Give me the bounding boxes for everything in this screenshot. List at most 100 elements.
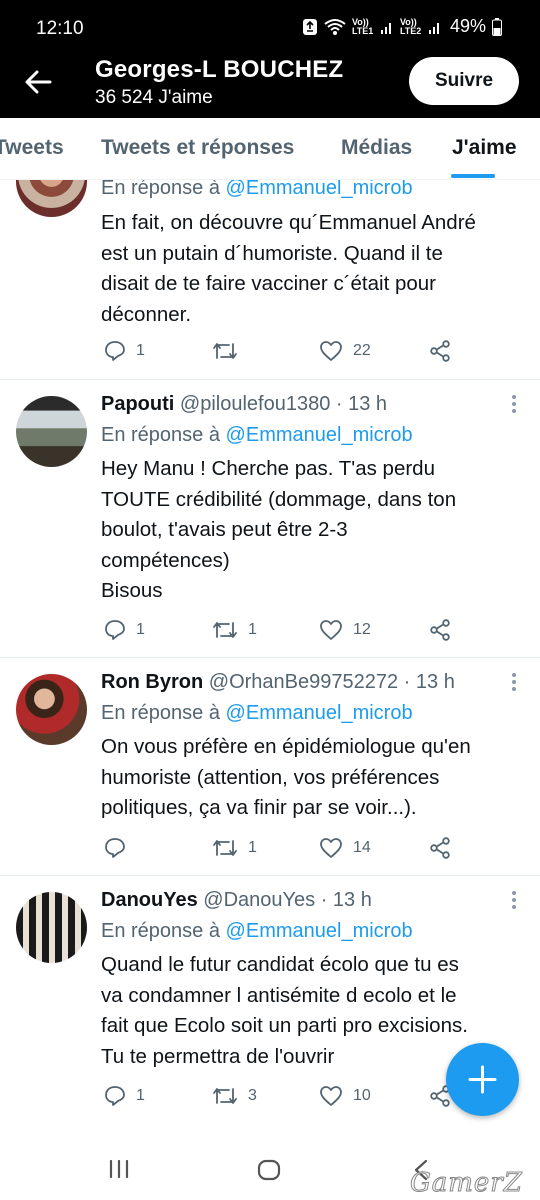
status-icons: Vo)) LTE1 Vo)) LTE2 49% bbox=[302, 16, 502, 37]
display-name[interactable]: Papouti bbox=[101, 393, 174, 415]
tab-likes[interactable]: J'aime bbox=[452, 136, 517, 160]
tweet-header: DanouYes @DanouYes · 13 h bbox=[101, 889, 372, 912]
follow-button[interactable]: Suivre bbox=[409, 57, 519, 105]
tweet-text-line: compétences) bbox=[101, 548, 230, 572]
reply-button[interactable]: 1 bbox=[104, 340, 145, 362]
reply-handle-link[interactable]: @Emmanuel_microb bbox=[226, 424, 413, 446]
heart-icon bbox=[320, 1086, 342, 1106]
like-button[interactable]: 12 bbox=[319, 619, 371, 641]
heart-icon bbox=[320, 838, 342, 858]
tweet-text: Hey Manu ! Cherche pas. T'as perdu TOUTE… bbox=[101, 454, 526, 607]
tweet-text-line: fait que Ecolo soit un parti pro excisio… bbox=[101, 1014, 468, 1037]
reply-handle-link[interactable]: @Emmanuel_microb bbox=[226, 180, 413, 199]
status-time: 12:10 bbox=[36, 18, 84, 39]
watermark: GamerZ bbox=[410, 1168, 523, 1199]
battery-percent: 49% bbox=[449, 16, 486, 36]
tweet-actions: 1 14 bbox=[101, 837, 461, 863]
tab-tweets[interactable]: Tweets bbox=[0, 136, 64, 160]
reply-handle-link[interactable]: @Emmanuel_microb bbox=[226, 702, 413, 724]
share-button[interactable] bbox=[429, 837, 451, 859]
likes-count: 36 524 J'aime bbox=[95, 87, 213, 108]
share-icon bbox=[430, 340, 450, 362]
battery-icon bbox=[492, 17, 502, 36]
avatar[interactable] bbox=[16, 674, 87, 745]
reply-prefix: En réponse à bbox=[101, 920, 220, 942]
reply-context: En réponse à @Emmanuel_microb bbox=[101, 702, 413, 725]
like-button[interactable]: 10 bbox=[319, 1085, 371, 1107]
avatar[interactable] bbox=[16, 892, 87, 963]
heart-icon bbox=[320, 341, 342, 361]
reply-button[interactable] bbox=[104, 837, 136, 859]
profile-tabs: Tweets Tweets et réponses Médias J'aime bbox=[0, 118, 540, 180]
reply-count: 1 bbox=[136, 621, 145, 638]
tab-tweets-replies[interactable]: Tweets et réponses bbox=[101, 136, 294, 160]
tweet-text-line: On vous préfère en épidémiologue qu'en bbox=[101, 735, 471, 758]
recent-apps-icon[interactable] bbox=[108, 1159, 130, 1179]
like-button[interactable]: 14 bbox=[319, 837, 371, 859]
home-icon[interactable] bbox=[257, 1159, 281, 1181]
signal-icon bbox=[428, 22, 439, 34]
avatar[interactable] bbox=[16, 396, 87, 467]
likes-feed: En réponse à @Emmanuel_microb En fait, o… bbox=[0, 180, 540, 1125]
tweet[interactable]: En réponse à @Emmanuel_microb En fait, o… bbox=[0, 180, 540, 380]
more-options-icon[interactable] bbox=[512, 395, 518, 416]
more-options-icon[interactable] bbox=[512, 673, 518, 694]
display-name[interactable]: Ron Byron bbox=[101, 671, 203, 693]
handle-and-time: @OrhanBe99752272 · 13 h bbox=[208, 671, 455, 693]
reply-icon bbox=[105, 620, 125, 640]
reply-count: 1 bbox=[136, 342, 145, 359]
tweet-header: Papouti @piloulefou1380 · 13 h bbox=[101, 393, 387, 416]
volte2-label: Vo)) LTE2 bbox=[399, 16, 422, 36]
recycle-notification-icon bbox=[302, 18, 317, 35]
share-icon bbox=[430, 619, 450, 641]
retweet-button[interactable]: 1 bbox=[212, 837, 257, 859]
reply-icon bbox=[105, 838, 125, 858]
tweet-text-line: Quand le futur candidat écolo que tu es bbox=[101, 953, 459, 976]
retweet-button[interactable] bbox=[212, 340, 248, 362]
retweet-button[interactable]: 1 bbox=[212, 619, 257, 641]
tweet-text: On vous préfère en épidémiologue qu'en h… bbox=[101, 732, 526, 824]
share-button[interactable] bbox=[429, 619, 451, 641]
retweet-count: 1 bbox=[248, 839, 257, 856]
like-count: 10 bbox=[353, 1087, 371, 1104]
tweet-text-line: En fait, on découvre qu´Emmanuel André bbox=[101, 211, 476, 234]
signal-icon bbox=[380, 22, 391, 34]
tweet[interactable]: Ron Byron @OrhanBe99752272 · 13 h En rép… bbox=[0, 658, 540, 876]
reply-handle-link[interactable]: @Emmanuel_microb bbox=[226, 920, 413, 942]
retweet-count: 3 bbox=[248, 1087, 257, 1104]
profile-header: Georges-L BOUCHEZ 36 524 J'aime Suivre bbox=[0, 46, 540, 118]
like-button[interactable]: 22 bbox=[319, 340, 371, 362]
tweet[interactable]: Papouti @piloulefou1380 · 13 h En répons… bbox=[0, 380, 540, 658]
reply-context: En réponse à @Emmanuel_microb bbox=[101, 180, 413, 200]
tweet-text-line: TOUTE crédibilité (dommage, dans ton bbox=[101, 487, 457, 511]
tab-media[interactable]: Médias bbox=[341, 136, 412, 160]
back-arrow-icon[interactable] bbox=[20, 64, 56, 100]
reply-context: En réponse à @Emmanuel_microb bbox=[101, 424, 413, 447]
retweet-count: 1 bbox=[248, 621, 257, 638]
share-button[interactable] bbox=[429, 340, 451, 362]
compose-tweet-button[interactable] bbox=[446, 1043, 519, 1116]
tweet-text-line: politiques, ça va finir par se voir...). bbox=[101, 796, 417, 819]
reply-icon bbox=[105, 341, 125, 361]
tweet-text-line: humoriste (attention, vos préférences bbox=[101, 765, 440, 789]
avatar[interactable] bbox=[16, 180, 87, 217]
reply-icon bbox=[105, 1086, 125, 1106]
more-options-icon[interactable] bbox=[512, 891, 518, 912]
retweet-icon bbox=[213, 1088, 237, 1104]
active-tab-indicator bbox=[451, 174, 495, 178]
wifi-icon bbox=[324, 18, 346, 35]
profile-name: Georges-L BOUCHEZ bbox=[95, 56, 344, 83]
like-count: 14 bbox=[353, 839, 371, 856]
retweet-icon bbox=[213, 343, 237, 359]
display-name[interactable]: DanouYes bbox=[101, 889, 198, 911]
reply-count: 1 bbox=[136, 1087, 145, 1104]
reply-button[interactable]: 1 bbox=[104, 1085, 145, 1107]
share-icon bbox=[430, 837, 450, 859]
plus-icon bbox=[468, 1065, 497, 1094]
reply-prefix: En réponse à bbox=[101, 702, 220, 724]
reply-button[interactable]: 1 bbox=[104, 619, 145, 641]
tweet-text-line: Bisous bbox=[101, 579, 163, 602]
tweet-actions: 1 22 bbox=[101, 340, 461, 366]
retweet-button[interactable]: 3 bbox=[212, 1085, 257, 1107]
tweet-text: En fait, on découvre qu´Emmanuel André e… bbox=[101, 208, 526, 330]
